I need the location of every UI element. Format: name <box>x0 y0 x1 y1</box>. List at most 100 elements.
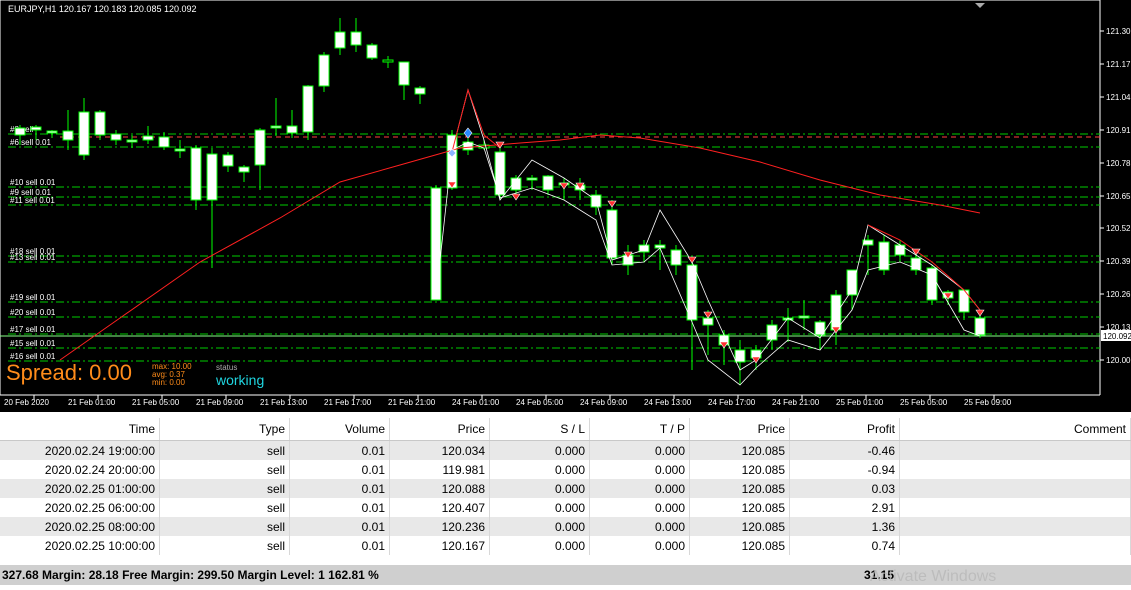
candle-body <box>78 111 90 156</box>
column-header-price[interactable]: Price <box>689 418 790 441</box>
candle-body <box>830 294 842 331</box>
table-row[interactable]: 2020.02.24 20:00:00 sell 0.01 119.981 0.000 0… <box>0 460 1131 479</box>
column-header-type[interactable]: Type <box>159 418 290 441</box>
order-level-label: #6 sell 0.01 <box>10 138 51 147</box>
column-header-s-l[interactable]: S / L <box>489 418 590 441</box>
cell: 120.088 <box>389 479 490 498</box>
time-tick-label: 24 Feb 01:00 <box>452 398 500 407</box>
candle-body <box>62 130 74 141</box>
cell: sell <box>159 498 290 517</box>
candle-body <box>606 209 618 259</box>
cell: sell <box>159 440 290 460</box>
cell: 0.01 <box>289 440 390 460</box>
candle-body <box>350 31 362 46</box>
cell: sell <box>159 517 290 536</box>
candle-body <box>974 317 986 336</box>
column-header-t-p[interactable]: T / P <box>589 418 690 441</box>
candle-body <box>686 264 698 321</box>
candle-body <box>894 244 906 256</box>
candle-body <box>254 129 266 166</box>
time-tick-label: 21 Feb 05:00 <box>132 398 180 407</box>
order-level-label: #10 sell 0.01 <box>10 178 56 187</box>
chart-canvas[interactable]: 121.30 121.17 121.04 120.91 120.78 120.65 120.… <box>0 0 1131 412</box>
cell: sell <box>159 460 290 479</box>
symbol-ohlc-line: EURJPY,H1 120.167 120.183 120.085 120.09… <box>8 4 197 14</box>
table-row[interactable]: 2020.02.25 06:00:00 sell 0.01 120.407 0.000 0… <box>0 498 1131 517</box>
cell: 0.000 <box>489 536 590 555</box>
price-tick-label: 121.17 <box>1106 60 1131 69</box>
spread-stats: max: 10.00 avg: 0.37 min: 0.00 <box>152 363 192 387</box>
candle-body <box>238 166 250 173</box>
cell: 0.000 <box>589 498 690 517</box>
cell: 0.000 <box>489 517 590 536</box>
candle-body <box>206 153 218 201</box>
table-row[interactable]: 2020.02.25 08:00:00 sell 0.01 120.236 0.000 0… <box>0 517 1131 536</box>
time-tick-label: 24 Feb 09:00 <box>580 398 628 407</box>
cell: 2020.02.25 01:00:00 <box>0 479 160 498</box>
order-level-label: #11 sell 0.01 <box>10 196 55 205</box>
table-row[interactable]: 2020.02.25 01:00:00 sell 0.01 120.088 0.000 0… <box>0 479 1131 498</box>
candle-body <box>526 177 538 181</box>
cell: 2.91 <box>789 498 900 517</box>
cell: 120.034 <box>389 440 490 460</box>
candle-body <box>382 59 394 63</box>
column-header-time[interactable]: Time <box>0 418 160 441</box>
order-level-label: #17 sell 0.01 <box>10 325 56 334</box>
table-row[interactable]: 2020.02.24 19:00:00 sell 0.01 120.034 0.000 0… <box>0 440 1131 460</box>
cell: 120.085 <box>689 498 790 517</box>
candle-body <box>366 44 378 59</box>
cell: 2020.02.24 20:00:00 <box>0 460 160 479</box>
cell: 0.000 <box>589 517 690 536</box>
column-header-profit[interactable]: Profit <box>789 418 900 441</box>
candle-body <box>286 125 298 134</box>
candle-body <box>334 31 346 49</box>
candle-body <box>702 317 714 326</box>
cell: sell <box>159 479 290 498</box>
cell: 0.000 <box>589 479 690 498</box>
candle-body <box>318 54 330 87</box>
time-tick-label: 25 Feb 05:00 <box>900 398 948 407</box>
time-tick-label: 24 Feb 17:00 <box>708 398 756 407</box>
time-tick-label: 21 Feb 01:00 <box>68 398 116 407</box>
cell: 0.000 <box>489 498 590 517</box>
cell: 2020.02.24 19:00:00 <box>0 440 160 460</box>
price-tick-label: 120.39 <box>1106 257 1131 266</box>
price-tick-label: 121.30 <box>1106 27 1131 36</box>
cell: 1.36 <box>789 517 900 536</box>
candle-body <box>398 61 410 86</box>
cell: -0.46 <box>789 440 900 460</box>
cell <box>899 440 1131 460</box>
column-header-price[interactable]: Price <box>389 418 490 441</box>
candle-body <box>414 87 426 95</box>
price-tick-label: 120.52 <box>1106 224 1131 233</box>
cell: 120.085 <box>689 460 790 479</box>
candle-body <box>430 187 442 301</box>
activation-watermark: Activate Windows <box>870 568 997 585</box>
candle-body <box>94 111 106 136</box>
cell: 120.085 <box>689 479 790 498</box>
time-tick-label: 21 Feb 17:00 <box>324 398 372 407</box>
candle-body <box>734 349 746 363</box>
candle-body <box>798 315 810 319</box>
cell: 0.01 <box>289 460 390 479</box>
order-level-label: #15 sell 0.01 <box>10 339 56 348</box>
time-tick-label: 21 Feb 09:00 <box>196 398 244 407</box>
cell: 0.000 <box>489 460 590 479</box>
column-header-comment[interactable]: Comment <box>899 418 1131 441</box>
time-tick-label: 25 Feb 01:00 <box>836 398 884 407</box>
candle-body <box>46 130 58 134</box>
table-row[interactable]: 2020.02.25 10:00:00 sell 0.01 120.167 0.000 0… <box>0 536 1131 555</box>
spread-label: Spread: 0.00 <box>6 360 132 385</box>
price-tick-label: 120.78 <box>1106 159 1131 168</box>
price-tick-label: 120.00 <box>1106 356 1131 365</box>
cell: 0.01 <box>289 479 390 498</box>
column-header-volume[interactable]: Volume <box>289 418 390 441</box>
status-label: status <box>216 363 238 372</box>
price-chart[interactable]: 121.30 121.17 121.04 120.91 120.78 120.65 120.… <box>0 0 1131 412</box>
status-value: working <box>216 372 265 388</box>
candle-body <box>126 139 138 143</box>
candle-body <box>270 125 282 129</box>
cell <box>899 536 1131 555</box>
cell: 120.085 <box>689 536 790 555</box>
cell: 120.407 <box>389 498 490 517</box>
